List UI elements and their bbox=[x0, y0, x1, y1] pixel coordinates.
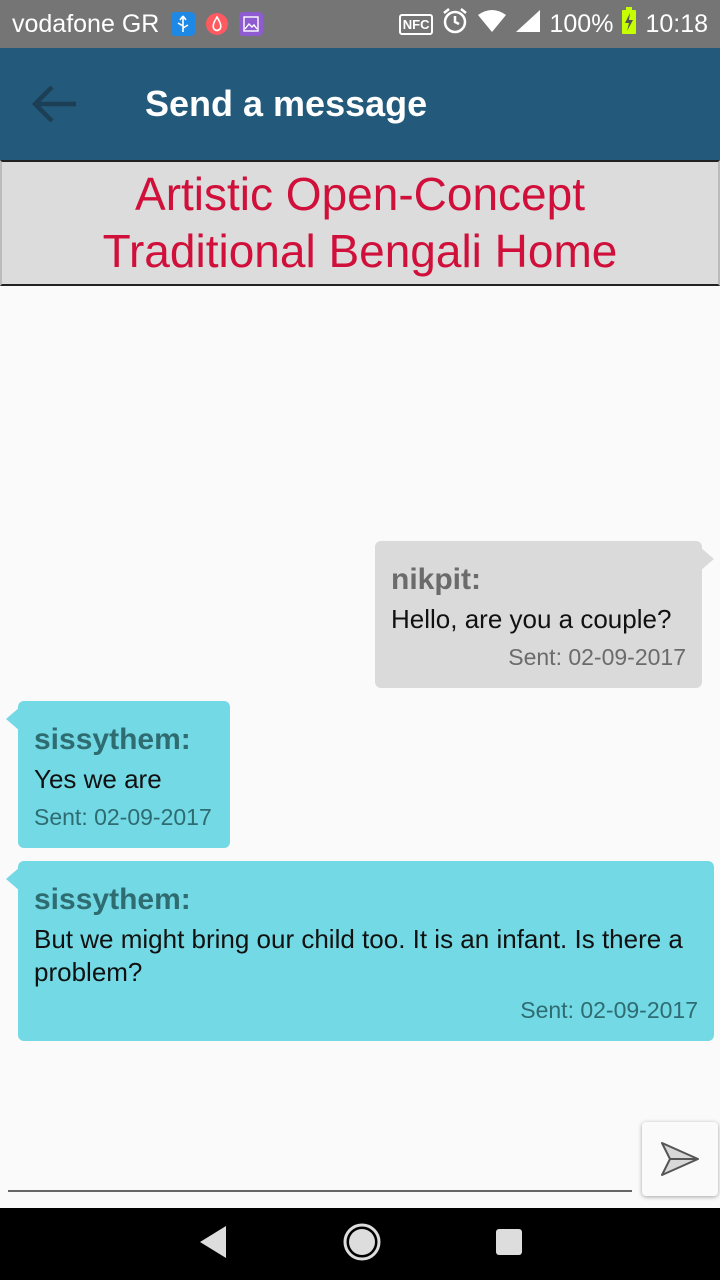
gallery-icon bbox=[239, 12, 264, 36]
status-icons: NFC 100% 10:18 bbox=[398, 6, 708, 42]
battery-charging-icon bbox=[621, 6, 637, 42]
listing-header: Artistic Open-Concept Traditional Bengal… bbox=[0, 160, 720, 286]
message-bubble-incoming: sissythem: Yes we are Sent: 02-09-2017 bbox=[6, 701, 230, 848]
carrier-name: vodafone GR bbox=[12, 9, 160, 38]
message-timestamp: Sent: 02-09-2017 bbox=[520, 997, 698, 1023]
message-bubble-outgoing: nikpit: Hello, are you a couple? Sent: 0… bbox=[375, 541, 714, 688]
battery-level: 100% bbox=[549, 9, 614, 38]
usb-icon bbox=[171, 12, 196, 36]
message-sender: sissythem: bbox=[34, 883, 191, 916]
listing-title: Artistic Open-Concept Traditional Bengal… bbox=[102, 168, 618, 277]
nav-recents-icon[interactable] bbox=[494, 1227, 524, 1262]
wifi-icon bbox=[477, 9, 507, 40]
send-button[interactable] bbox=[642, 1122, 718, 1196]
clock: 10:18 bbox=[645, 9, 708, 38]
nfc-icon: NFC bbox=[398, 13, 434, 35]
nav-home-icon[interactable] bbox=[342, 1222, 382, 1267]
message-text: Yes we are bbox=[34, 764, 162, 794]
arrow-back-icon bbox=[32, 85, 76, 123]
message-sender: nikpit: bbox=[391, 563, 481, 596]
status-bar: vodafone GR NFC 100% 10:18 bbox=[0, 0, 720, 48]
message-timestamp: Sent: 02-09-2017 bbox=[508, 644, 686, 670]
airbnb-icon bbox=[205, 12, 229, 36]
app-bar: Send a message bbox=[0, 48, 720, 160]
message-bubble-incoming: sissythem: But we might bring our child … bbox=[6, 861, 714, 1041]
message-input[interactable] bbox=[8, 1140, 632, 1192]
back-button[interactable] bbox=[0, 48, 110, 160]
message-sender: sissythem: bbox=[34, 723, 191, 756]
page-title: Send a message bbox=[145, 83, 428, 124]
message-timestamp: Sent: 02-09-2017 bbox=[34, 804, 212, 830]
message-text: Hello, are you a couple? bbox=[391, 604, 672, 634]
send-icon bbox=[661, 1142, 699, 1176]
signal-icon bbox=[515, 9, 541, 40]
system-nav-bar bbox=[0, 1208, 720, 1280]
message-text: But we might bring our child too. It is … bbox=[34, 924, 683, 987]
alarm-icon bbox=[441, 7, 469, 42]
nav-back-icon[interactable] bbox=[196, 1224, 230, 1265]
